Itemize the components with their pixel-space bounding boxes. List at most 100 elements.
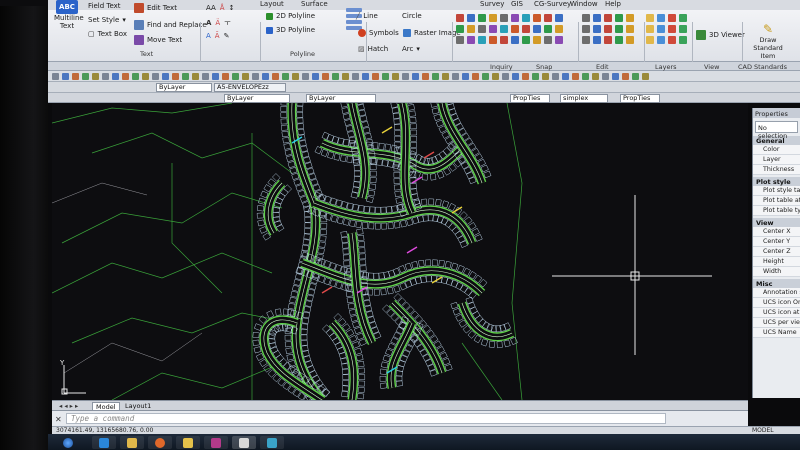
command-input[interactable]: Type a command: [66, 413, 666, 424]
toolbar-icon[interactable]: [272, 73, 279, 80]
tab-model[interactable]: Model: [92, 402, 120, 411]
toolbar-icon[interactable]: [322, 73, 329, 80]
find-replace-button[interactable]: Find and Replace: [134, 20, 207, 30]
toolbar-icon[interactable]: [292, 73, 299, 80]
property-row[interactable]: Color: [753, 145, 800, 155]
toolbar-icon[interactable]: [282, 73, 289, 80]
section-view[interactable]: View: [753, 218, 800, 227]
toolbar-icon[interactable]: [522, 73, 529, 80]
propties-dropdown[interactable]: PropTies: [510, 94, 550, 103]
toolbar-icon[interactable]: [182, 73, 189, 80]
close-icon[interactable]: ✕: [55, 415, 62, 424]
toolbar-icon[interactable]: [262, 73, 269, 80]
toolbar-icon[interactable]: [467, 36, 475, 44]
property-row[interactable]: UCS icon at origin: [753, 308, 800, 318]
text-tool-icon[interactable]: Ä: [215, 19, 220, 27]
toolbar-icon[interactable]: [162, 73, 169, 80]
arc-button[interactable]: Arc ▾: [402, 45, 420, 53]
toolbar-icon[interactable]: [92, 73, 99, 80]
toolbar-icon[interactable]: [522, 14, 530, 22]
text-tool-icon[interactable]: Ā: [215, 32, 220, 40]
toolbar-icon[interactable]: [668, 36, 676, 44]
toolbar-icon[interactable]: [456, 25, 464, 33]
toolbar-icon[interactable]: [102, 73, 109, 80]
toolbar-icon[interactable]: [657, 36, 665, 44]
toolbar-icon[interactable]: [615, 36, 623, 44]
toolbar-icon[interactable]: [422, 73, 429, 80]
toolbar-icon[interactable]: [544, 36, 552, 44]
toolbar-icon[interactable]: [456, 36, 464, 44]
taskbar-cad-app[interactable]: [232, 436, 256, 449]
toolbar-icon[interactable]: [442, 73, 449, 80]
polyline-3d-button[interactable]: 3D Polyline: [266, 26, 315, 34]
toolbar-icon[interactable]: [582, 25, 590, 33]
toolbar-icon[interactable]: [478, 14, 486, 22]
toolbar-icon[interactable]: [332, 73, 339, 80]
polyline-2d-button[interactable]: 2D Polyline: [266, 12, 315, 20]
toolbar-icon[interactable]: [342, 73, 349, 80]
toolbar-icon[interactable]: [202, 73, 209, 80]
toolbar-icon[interactable]: [582, 73, 589, 80]
toolbar-icon[interactable]: [82, 73, 89, 80]
text-tool-icon[interactable]: ✎: [224, 32, 230, 40]
toolbar-icon[interactable]: [555, 25, 563, 33]
section-general[interactable]: General: [753, 136, 800, 145]
toolbar-icon[interactable]: [626, 14, 634, 22]
tab-layout1[interactable]: Layout1: [122, 402, 154, 410]
toolbar-icon[interactable]: [544, 14, 552, 22]
toolbar-icon[interactable]: [626, 36, 634, 44]
taskbar-ie[interactable]: [92, 436, 116, 449]
toolbar-icon[interactable]: [604, 25, 612, 33]
toolbar-icon[interactable]: [646, 25, 654, 33]
toolbar-icon[interactable]: [533, 14, 541, 22]
menu-surface[interactable]: Surface: [301, 0, 328, 8]
toolbar-icon[interactable]: [593, 25, 601, 33]
symbols-button[interactable]: Symbols: [358, 29, 399, 37]
property-row[interactable]: UCS per viewport: [753, 318, 800, 328]
taskbar-outlook[interactable]: [176, 436, 200, 449]
toolbar-icon[interactable]: [122, 73, 129, 80]
selection-dropdown[interactable]: No selection: [755, 121, 798, 140]
toolbar-icon[interactable]: [572, 73, 579, 80]
toolbar-icon[interactable]: [142, 73, 149, 80]
set-style-button[interactable]: Set Style ▾: [88, 16, 126, 24]
polyline-tool-icon[interactable]: [346, 20, 362, 24]
toolbar-icon[interactable]: [582, 36, 590, 44]
linetype-dropdown[interactable]: ByLayer: [224, 94, 290, 103]
toolbar-icon[interactable]: [489, 36, 497, 44]
text-style-dropdown[interactable]: simplex: [560, 94, 608, 103]
toolbar-icon[interactable]: [542, 73, 549, 80]
toolbar-icon[interactable]: [72, 73, 79, 80]
property-row[interactable]: Center Y: [753, 237, 800, 247]
toolbar-icon[interactable]: [511, 25, 519, 33]
toolbar-icon[interactable]: [482, 73, 489, 80]
property-row[interactable]: UCS Name: [753, 328, 800, 338]
toolbar-icon[interactable]: [679, 36, 687, 44]
toolbar-icon[interactable]: [602, 73, 609, 80]
menu-layout[interactable]: Layout: [260, 0, 284, 8]
draw-standard-item-button[interactable]: ✎ Draw Standard Item: [746, 22, 790, 60]
menu-window[interactable]: Window: [570, 0, 598, 8]
drawing-canvas[interactable]: Y: [52, 103, 748, 400]
propties-dropdown-2[interactable]: PropTies: [620, 94, 660, 103]
toolbar-icon[interactable]: [412, 73, 419, 80]
property-row[interactable]: Thickness: [753, 165, 800, 175]
tab-nav-arrows[interactable]: ◂ ◂ ▸ ▸: [56, 402, 81, 410]
toolbar-icon[interactable]: [642, 73, 649, 80]
menu-survey[interactable]: Survey: [480, 0, 504, 8]
taskbar-app[interactable]: [260, 436, 284, 449]
3d-viewer-button[interactable]: 3D Viewer: [696, 30, 745, 40]
toolbar-icon[interactable]: [615, 14, 623, 22]
property-row[interactable]: Plot style table: [753, 186, 800, 196]
toolbar-icon[interactable]: [152, 73, 159, 80]
multiline-text-button[interactable]: ABC Multiline Text: [54, 0, 84, 30]
toolbar-icon[interactable]: [252, 73, 259, 80]
toolbar-icon[interactable]: [432, 73, 439, 80]
taskbar-viewer[interactable]: [204, 436, 228, 449]
lineweight-dropdown[interactable]: ByLayer: [306, 94, 376, 103]
toolbar-icon[interactable]: [533, 25, 541, 33]
toolbar-icon[interactable]: [582, 14, 590, 22]
toolbar-icon[interactable]: [392, 73, 399, 80]
toolbar-icon[interactable]: [172, 73, 179, 80]
toolbar-icon[interactable]: [132, 73, 139, 80]
